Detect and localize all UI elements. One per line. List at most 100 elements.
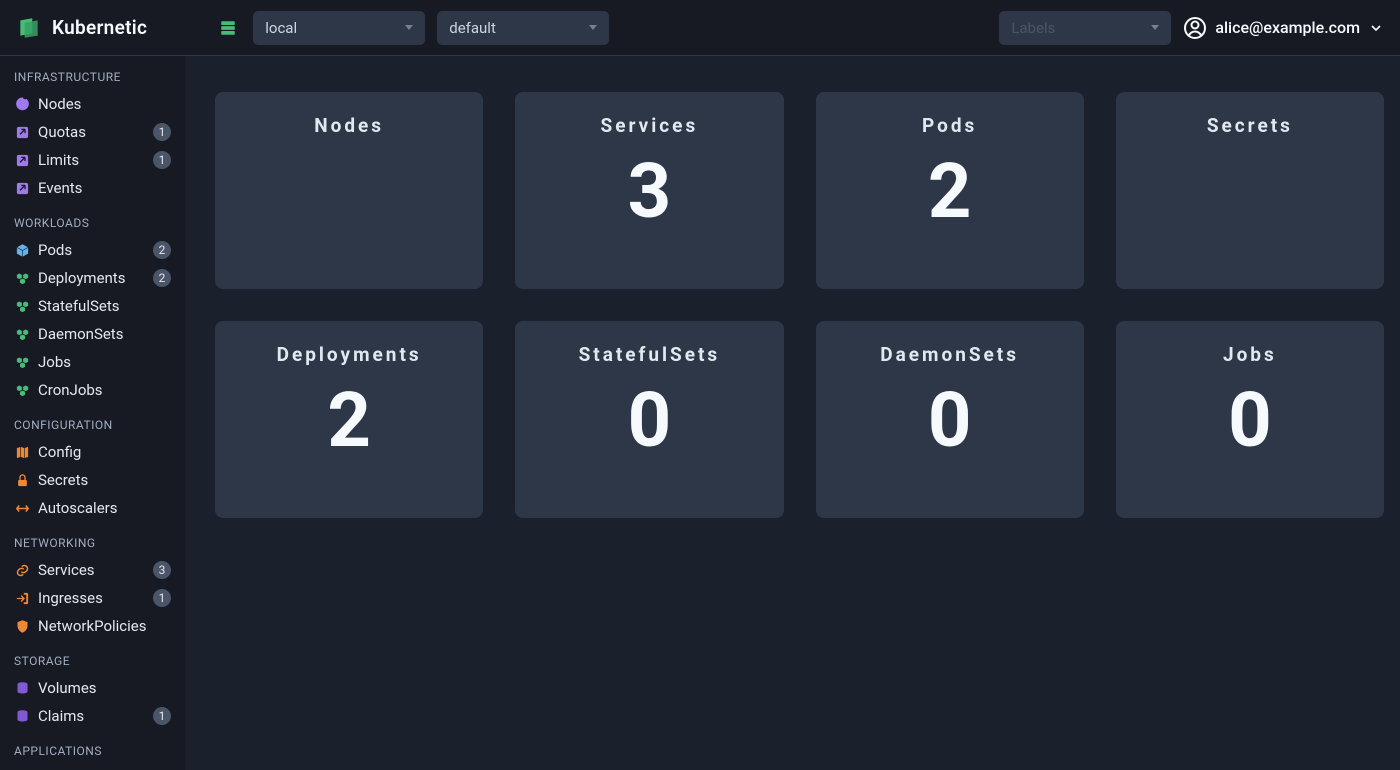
section-title-configuration: CONFIGURATION: [0, 404, 185, 438]
card-value: 0: [836, 382, 1064, 458]
sidebar-item-deployments[interactable]: Deployments2: [0, 264, 185, 292]
sidebar-item-label: StatefulSets: [38, 297, 171, 315]
arrows-h-icon: [14, 500, 30, 516]
card-title: Pods: [836, 114, 1064, 137]
sidebar-item-label: Quotas: [38, 123, 145, 141]
sidebar-item-badge: 3: [153, 561, 171, 579]
card-title: Deployments: [235, 343, 463, 366]
sidebar-item-cronjobs[interactable]: CronJobs: [0, 376, 185, 404]
arrow-box-icon: [14, 152, 30, 168]
sidebar-item-label: Events: [38, 179, 171, 197]
user-email: alice@example.com: [1215, 18, 1360, 37]
cubes-icon: [14, 270, 30, 286]
caret-down-icon: [405, 25, 413, 30]
sidebar-item-label: Autoscalers: [38, 499, 171, 517]
sidebar-item-label: Claims: [38, 707, 145, 725]
sidebar-item-label: Limits: [38, 151, 145, 169]
sidebar-item-badge: 2: [153, 241, 171, 259]
link-icon: [14, 562, 30, 578]
dashboard-card-nodes[interactable]: Nodes: [215, 92, 483, 289]
context-dropdown-value: local: [265, 19, 297, 37]
card-value: 0: [1136, 382, 1364, 458]
section-title-storage: STORAGE: [0, 640, 185, 674]
sidebar-item-label: Pods: [38, 241, 145, 259]
cube-icon: [14, 242, 30, 258]
section-title-infrastructure: INFRASTRUCTURE: [0, 56, 185, 90]
sidebar-item-daemonsets[interactable]: DaemonSets: [0, 320, 185, 348]
servers-icon[interactable]: [219, 19, 237, 37]
sidebar-item-services[interactable]: Services3: [0, 556, 185, 584]
dashboard-card-secrets[interactable]: Secrets: [1116, 92, 1384, 289]
caret-down-icon: [589, 25, 597, 30]
map-icon: [14, 444, 30, 460]
dashboard-card-deployments[interactable]: Deployments 2: [215, 321, 483, 518]
sidebar-item-label: Nodes: [38, 95, 171, 113]
card-title: DaemonSets: [836, 343, 1064, 366]
sidebar-item-config[interactable]: Config: [0, 438, 185, 466]
shield-icon: [14, 618, 30, 634]
dashboard-card-services[interactable]: Services 3: [515, 92, 783, 289]
signin-icon: [14, 590, 30, 606]
sidebar-item-jobs[interactable]: Jobs: [0, 348, 185, 376]
user-menu[interactable]: alice@example.com: [1183, 16, 1384, 40]
sidebar-item-label: Secrets: [38, 471, 171, 489]
sidebar-item-label: DaemonSets: [38, 325, 171, 343]
sidebar-item-badge: 1: [153, 589, 171, 607]
sidebar: INFRASTRUCTURENodesQuotas1Limits1EventsW…: [0, 56, 185, 770]
card-title: Jobs: [1136, 343, 1364, 366]
chevron-down-icon: [1368, 20, 1384, 36]
labels-dropdown[interactable]: Labels: [999, 11, 1171, 45]
sidebar-item-ingresses[interactable]: Ingresses 1: [0, 584, 185, 612]
labels-dropdown-placeholder: Labels: [1011, 19, 1055, 37]
sidebar-item-charts[interactable]: Charts: [0, 764, 185, 770]
namespace-dropdown[interactable]: default: [437, 11, 609, 45]
section-title-applications: APPLICATIONS: [0, 730, 185, 764]
cubes-icon: [14, 326, 30, 342]
card-title: Secrets: [1136, 114, 1364, 137]
dashboard-card-daemonsets[interactable]: DaemonSets 0: [816, 321, 1084, 518]
sidebar-item-secrets[interactable]: Secrets: [0, 466, 185, 494]
card-value: 0: [535, 382, 763, 458]
card-value: 3: [535, 153, 763, 229]
dashboard-card-pods[interactable]: Pods 2: [816, 92, 1084, 289]
sidebar-item-label: Config: [38, 443, 171, 461]
sidebar-item-label: Jobs: [38, 353, 171, 371]
cubes-icon: [14, 382, 30, 398]
sidebar-item-autoscalers[interactable]: Autoscalers: [0, 494, 185, 522]
card-title: Services: [535, 114, 763, 137]
namespace-dropdown-value: default: [449, 19, 496, 37]
cubes-icon: [14, 354, 30, 370]
sidebar-item-badge: 1: [153, 707, 171, 725]
card-title: Nodes: [235, 114, 463, 137]
sidebar-item-pods[interactable]: Pods 2: [0, 236, 185, 264]
sidebar-item-claims[interactable]: Claims 1: [0, 702, 185, 730]
sidebar-item-label: Ingresses: [38, 589, 145, 607]
sidebar-item-quotas[interactable]: Quotas 1: [0, 118, 185, 146]
database-icon: [14, 680, 30, 696]
brand-logo-icon: [16, 15, 42, 41]
context-dropdown[interactable]: local: [253, 11, 425, 45]
sidebar-item-events[interactable]: Events: [0, 174, 185, 202]
sidebar-item-statefulsets[interactable]: StatefulSets: [0, 292, 185, 320]
power-icon: [14, 96, 30, 112]
sidebar-item-nodes[interactable]: Nodes: [0, 90, 185, 118]
card-value: 2: [836, 153, 1064, 229]
sidebar-item-volumes[interactable]: Volumes: [0, 674, 185, 702]
header: Kubernetic local default Labels alice@ex…: [0, 0, 1400, 56]
section-title-networking: NETWORKING: [0, 522, 185, 556]
sidebar-item-badge: 1: [153, 123, 171, 141]
sidebar-item-label: NetworkPolicies: [38, 617, 171, 635]
user-avatar-icon: [1183, 16, 1207, 40]
dashboard-card-jobs[interactable]: Jobs 0: [1116, 321, 1384, 518]
cubes-icon: [14, 298, 30, 314]
sidebar-item-limits[interactable]: Limits1: [0, 146, 185, 174]
dashboard-grid: Nodes Services 3 Pods 2 Secrets Deployments 2 St…: [215, 92, 1384, 518]
section-title-workloads: WORKLOADS: [0, 202, 185, 236]
card-value: 2: [235, 382, 463, 458]
brand[interactable]: Kubernetic: [16, 15, 147, 41]
sidebar-item-label: Deployments: [38, 269, 145, 287]
sidebar-item-networkpolicies[interactable]: NetworkPolicies: [0, 612, 185, 640]
card-title: StatefulSets: [535, 343, 763, 366]
arrow-box-icon: [14, 180, 30, 196]
dashboard-card-statefulsets[interactable]: StatefulSets 0: [515, 321, 783, 518]
